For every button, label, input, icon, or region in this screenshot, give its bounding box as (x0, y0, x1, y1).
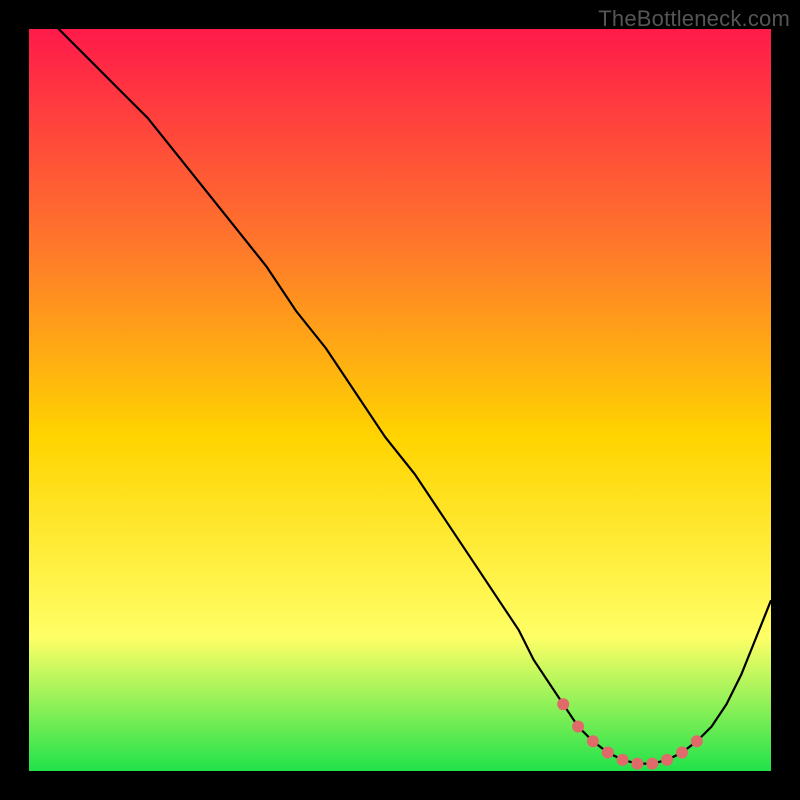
highlight-marker (691, 735, 703, 747)
watermark-text: TheBottleneck.com (598, 6, 790, 32)
highlight-marker (661, 754, 673, 766)
highlight-marker (557, 698, 569, 710)
gradient-background (29, 29, 771, 771)
highlight-marker (676, 747, 688, 759)
highlight-marker (572, 721, 584, 733)
highlight-marker (587, 735, 599, 747)
highlight-marker (646, 758, 658, 770)
plot-area (29, 29, 771, 771)
highlight-marker (602, 747, 614, 759)
highlight-marker (631, 758, 643, 770)
chart-svg (29, 29, 771, 771)
chart-container: TheBottleneck.com (0, 0, 800, 800)
highlight-marker (617, 754, 629, 766)
